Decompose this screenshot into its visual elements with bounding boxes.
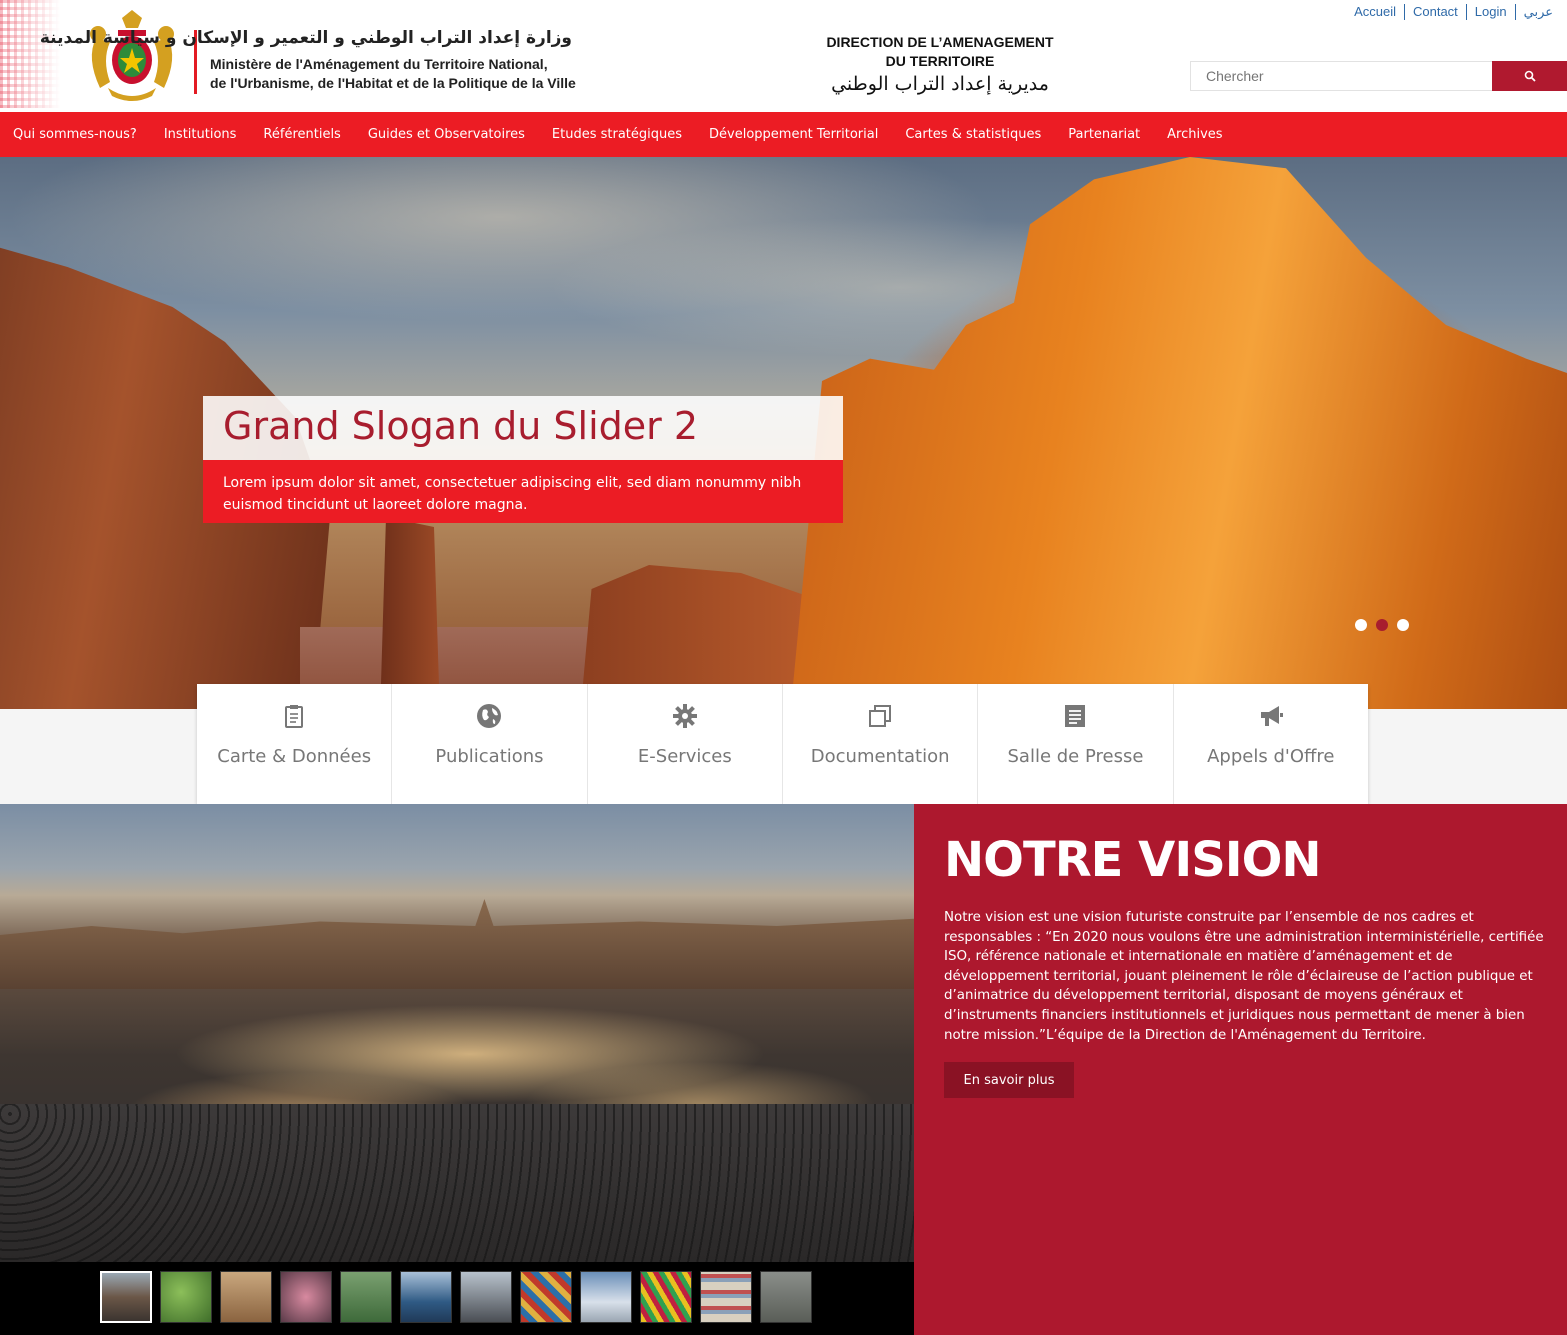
gear-icon	[672, 704, 697, 728]
nav-item-cartes-statistiques[interactable]: Cartes & statistiques	[892, 112, 1055, 157]
nav-item-guides-observatoires[interactable]: Guides et Observatoires	[355, 112, 539, 157]
clipboard-icon	[285, 705, 304, 728]
gallery-thumbnail-2[interactable]	[160, 1271, 212, 1323]
quick-link-label: Documentation	[810, 746, 950, 767]
gallery-thumbnail-1[interactable]	[100, 1271, 152, 1323]
gallery-thumbnail-9[interactable]	[580, 1271, 632, 1323]
gallery-thumbnail-3[interactable]	[220, 1271, 272, 1323]
nav-item-referentiels[interactable]: Référentiels	[250, 112, 354, 157]
quick-link-label: Appels d'Offre	[1207, 746, 1335, 767]
search-button[interactable]	[1492, 61, 1567, 91]
gallery-thumbnail-5[interactable]	[340, 1271, 392, 1323]
direction-title-line1: DIRECTION DE L’AMENAGEMENT	[826, 34, 1054, 50]
hero-slider[interactable]: Grand Slogan du Slider 2 Lorem ipsum dol…	[0, 157, 1567, 709]
search-input[interactable]	[1190, 61, 1492, 91]
royal-emblem-logo	[90, 10, 174, 101]
quick-link-carte-donnees[interactable]: Carte & Données	[197, 684, 393, 804]
copy-icon	[869, 705, 892, 727]
nav-item-institutions[interactable]: Institutions	[151, 112, 251, 157]
quick-link-label: Salle de Presse	[1007, 746, 1144, 767]
nav-item-etudes-strategiques[interactable]: Etudes stratégiques	[539, 112, 696, 157]
slider-dot-1[interactable]	[1355, 619, 1367, 631]
top-link-login[interactable]: Login	[1465, 4, 1515, 20]
nav-item-partenariat[interactable]: Partenariat	[1055, 112, 1154, 157]
gallery-thumbnail-4[interactable]	[280, 1271, 332, 1323]
ministry-name-french-line1: Ministère de l'Aménagement du Territoire…	[210, 56, 548, 72]
ministry-name-french-line2: de l'Urbanisme, de l'Habitat et de la Po…	[210, 75, 576, 91]
vision-section: NOTRE VISION Notre vision est une vision…	[914, 804, 1567, 1335]
slider-dot-2[interactable]	[1376, 619, 1388, 631]
slider-pagination	[1355, 619, 1409, 631]
gallery-thumbnail-7[interactable]	[460, 1271, 512, 1323]
top-link-contact[interactable]: Contact	[1403, 4, 1466, 20]
nav-item-archives[interactable]: Archives	[1154, 112, 1236, 157]
ministry-name-arabic: وزارة إعداد التراب الوطني و التعمير و ال…	[39, 28, 572, 48]
pixel-decoration	[0, 0, 60, 108]
en-savoir-plus-button[interactable]: En savoir plus	[944, 1062, 1074, 1098]
quick-link-label: Publications	[435, 746, 544, 767]
direction-title-arabic: مديرية إعداد التراب الوطني	[831, 73, 1049, 95]
gallery-main-image[interactable]	[0, 804, 914, 1262]
megaphone-icon	[1260, 706, 1283, 726]
quick-link-label: E-Services	[637, 746, 732, 767]
gallery-crowd	[0, 1104, 914, 1262]
slider-title: Grand Slogan du Slider 2	[223, 404, 699, 448]
quick-link-appels-offre[interactable]: Appels d'Offre	[1174, 684, 1368, 804]
slider-title-box: Grand Slogan du Slider 2	[203, 396, 843, 460]
gallery-thumbnails	[100, 1271, 812, 1323]
nav-item-developpement-territorial[interactable]: Développement Territorial	[696, 112, 892, 157]
gallery-thumbnail-12[interactable]	[760, 1271, 812, 1323]
vision-text: Notre vision est une vision futuriste co…	[944, 910, 1544, 1043]
slider-subtitle: Lorem ipsum dolor sit amet, consectetuer…	[203, 460, 843, 523]
photo-gallery	[0, 804, 914, 1335]
gallery-thumbnail-11[interactable]	[700, 1271, 752, 1323]
slider-dot-3[interactable]	[1397, 619, 1409, 631]
vision-title: NOTRE VISION	[944, 832, 1322, 888]
quick-links: Carte & Données Publications E-Services	[197, 684, 1368, 804]
quick-link-salle-de-presse[interactable]: Salle de Presse	[978, 684, 1174, 804]
direction-title: DIRECTION DE L’AMENAGEMENT DU TERRITOIRE…	[790, 33, 1090, 95]
main-nav: Qui sommes-nous? Institutions Référentie…	[0, 112, 1567, 157]
quick-link-e-services[interactable]: E-Services	[588, 684, 783, 804]
hero-rock-pillar	[380, 517, 440, 709]
search-icon	[1524, 70, 1536, 82]
gallery-thumbnail-6[interactable]	[400, 1271, 452, 1323]
gallery-thumbnail-10[interactable]	[640, 1271, 692, 1323]
quick-link-documentation[interactable]: Documentation	[783, 684, 979, 804]
quick-link-publications[interactable]: Publications	[392, 684, 588, 804]
site-header: وزارة إعداد التراب الوطني و التعمير و ال…	[0, 0, 1567, 112]
globe-icon	[477, 704, 502, 728]
nav-item-qui-sommes-nous[interactable]: Qui sommes-nous?	[0, 112, 151, 157]
search-bar	[1190, 61, 1567, 91]
top-links: Accueil Contact Login عربي	[1346, 4, 1561, 20]
newspaper-icon	[1065, 705, 1086, 727]
gallery-thumbnail-8[interactable]	[520, 1271, 572, 1323]
top-link-accueil[interactable]: Accueil	[1346, 4, 1404, 20]
quick-link-label: Carte & Données	[217, 746, 372, 767]
top-link-arabic[interactable]: عربي	[1514, 4, 1561, 20]
direction-title-line2: DU TERRITOIRE	[885, 53, 995, 69]
